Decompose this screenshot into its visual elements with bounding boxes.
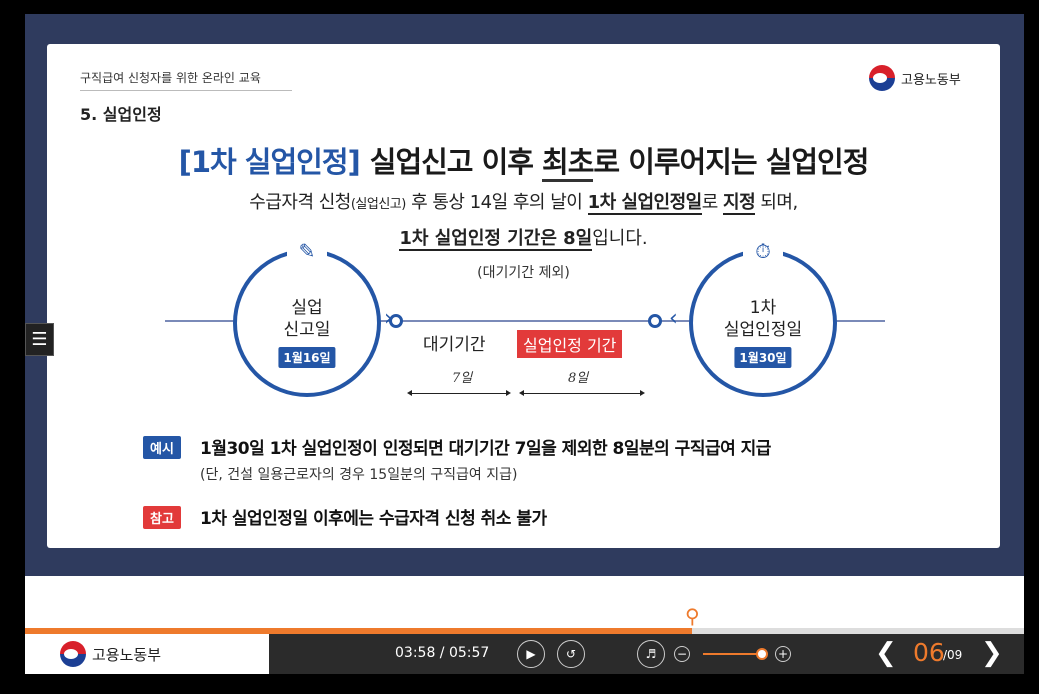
- description-line-1: 수급자격 신청(실업신고) 후 통상 14일 후의 날이 1차 실업인정일로 지…: [47, 188, 1000, 215]
- control-bar: 고용노동부 03:58 / 05:57 ▶ ↺ ♬ − + ❮ 06 /09 ❯: [25, 634, 1024, 674]
- volume-down-button[interactable]: −: [674, 646, 690, 662]
- volume-track[interactable]: [703, 653, 761, 655]
- ring-right-date: 1월30일: [734, 347, 792, 368]
- timeline-node-end: [648, 314, 662, 328]
- registration-ring: ✎ 실업 신고일 1월16일: [233, 231, 381, 397]
- desc1-a: 수급자격 신청: [249, 192, 351, 213]
- note-text: 1차 실업인정일 이후에는 수급자격 신청 취소 불가: [200, 509, 547, 529]
- document-pen-icon: ✎: [287, 231, 327, 271]
- footer-logo-panel: 고용노동부: [25, 634, 269, 674]
- note-badge: 참고: [143, 506, 181, 529]
- ministry-logo: 고용노동부: [869, 65, 961, 91]
- play-button[interactable]: ▶: [517, 640, 545, 668]
- time-display: 03:58 / 05:57: [395, 645, 490, 661]
- clipboard-clock-icon: ⏱: [743, 231, 783, 271]
- headline-text-a: 실업신고 이후: [369, 145, 543, 179]
- replay-icon: ↺: [565, 647, 577, 661]
- waiting-period-label: 대기기간: [423, 335, 486, 355]
- prev-icon: ❮: [875, 638, 897, 668]
- description-line-2: 1차 실업인정 기간은 8일입니다.: [47, 224, 1000, 251]
- slide-stage: 구직급여 신청자를 위한 온라인 교육 5. 실업인정 고용노동부 [1차 실업…: [25, 14, 1024, 576]
- taegeuk-icon: [60, 641, 86, 667]
- course-title: 구직급여 신청자를 위한 온라인 교육: [80, 69, 292, 91]
- ring-right-line2: 실업인정일: [723, 320, 803, 340]
- desc1-d: 되며,: [755, 192, 798, 213]
- logo-text: 고용노동부: [901, 72, 961, 88]
- headline-tag: [1차 실업인정]: [178, 145, 361, 179]
- ring-left-line2: 신고일: [283, 320, 331, 340]
- menu-button[interactable]: ☰: [25, 323, 54, 356]
- desc2-underlined: 1차 실업인정 기간은 8일: [399, 228, 593, 251]
- waiting-days: 7일: [452, 371, 473, 386]
- chevron-left-icon: ‹: [669, 306, 678, 331]
- example-subtext: (단, 건설 일용근로자의 경우 15일분의 구직급여 지급): [200, 467, 518, 483]
- desc1-c: 로: [701, 192, 724, 213]
- plus-icon: +: [777, 647, 789, 661]
- period-span-arrow: [519, 390, 645, 396]
- progress-marker-icon[interactable]: ⚲: [683, 604, 701, 628]
- footer-logo-text: 고용노동부: [92, 645, 162, 664]
- headline-text-b: 로 이루어지는 실업인정: [593, 145, 869, 179]
- desc1-underlined-2: 지정: [723, 192, 756, 215]
- next-icon: ❯: [981, 638, 1003, 668]
- player-frame: 구직급여 신청자를 위한 온라인 교육 5. 실업인정 고용노동부 [1차 실업…: [25, 14, 1024, 674]
- ring-left-date: 1월16일: [278, 347, 336, 368]
- headline-underlined: 최초: [542, 145, 594, 182]
- recognition-period-label: 실업인정 기간: [517, 330, 623, 358]
- example-badge: 예시: [143, 436, 181, 459]
- waiting-span-arrow: [407, 390, 511, 396]
- desc2-b: 입니다.: [592, 228, 648, 249]
- example-text: 1월30일 1차 실업인정이 인정되면 대기기간 7일을 제외한 8일분의 구직…: [200, 439, 771, 459]
- prev-page-button[interactable]: ❮: [875, 638, 897, 668]
- next-page-button[interactable]: ❯: [981, 638, 1003, 668]
- replay-button[interactable]: ↺: [557, 640, 585, 668]
- timeline-node-start: [389, 314, 403, 328]
- taegeuk-icon: [869, 65, 895, 91]
- current-page: 06: [913, 638, 945, 667]
- menu-icon: ☰: [31, 329, 48, 350]
- slide: 구직급여 신청자를 위한 온라인 교육 5. 실업인정 고용노동부 [1차 실업…: [47, 44, 1000, 548]
- minus-icon: −: [676, 647, 688, 661]
- volume-up-button[interactable]: +: [775, 646, 791, 662]
- period-days: 8일: [568, 371, 589, 386]
- ring-right-line1: 1차: [749, 298, 777, 318]
- desc1-b: 후 통상 14일 후의 날이: [405, 192, 588, 213]
- desc1-small: (실업신고): [350, 197, 406, 212]
- volume-knob[interactable]: [756, 648, 768, 660]
- headline: [1차 실업인정] 실업신고 이후 최초로 이루어지는 실업인정: [47, 139, 1000, 182]
- exclusion-note: (대기기간 제외): [477, 265, 570, 281]
- volume-button[interactable]: ♬: [637, 640, 665, 668]
- ring-left-line1: 실업: [291, 298, 323, 318]
- desc1-underlined-1: 1차 실업인정일: [587, 192, 702, 215]
- total-pages: /09: [943, 648, 963, 662]
- volume-icon: ♬: [645, 647, 657, 661]
- play-icon: ▶: [526, 647, 536, 661]
- section-title: 5. 실업인정: [80, 105, 162, 124]
- first-recognition-ring: ⏱ 1차 실업인정일 1월30일: [689, 231, 837, 397]
- footer-logo: 고용노동부: [60, 641, 161, 667]
